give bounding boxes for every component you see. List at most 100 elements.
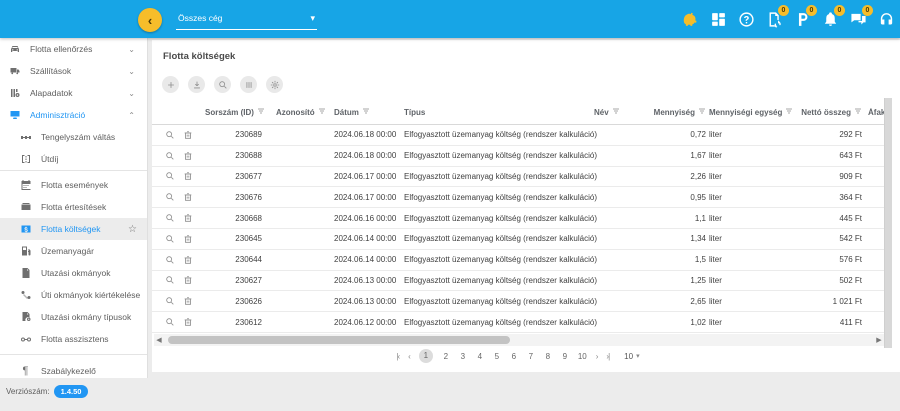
cell-tipus: Elfogyasztott üzemanyag költség (rendsze…: [404, 234, 594, 243]
row-view-icon[interactable]: [165, 151, 175, 161]
horizontal-scrollbar-thumb[interactable]: [168, 336, 510, 344]
row-delete-icon[interactable]: [183, 192, 193, 202]
row-view-icon[interactable]: [165, 213, 175, 223]
row-view-icon[interactable]: [165, 130, 175, 140]
sidebar-item-label: Flotta költségek: [41, 224, 101, 234]
sidebar-item-label: Flotta ellenőrzés: [30, 44, 92, 54]
sidebar-item-szabalykezelo[interactable]: ¶ Szabálykezelő: [0, 360, 147, 382]
cell-egyseg: liter: [706, 151, 796, 160]
row-delete-icon[interactable]: [183, 171, 193, 181]
row-delete-icon[interactable]: [183, 317, 193, 327]
row-delete-icon[interactable]: [183, 130, 193, 140]
row-view-icon[interactable]: [165, 275, 175, 285]
page-number[interactable]: 6: [510, 352, 518, 361]
page-number[interactable]: 4: [476, 352, 484, 361]
horizontal-scrollbar[interactable]: ◀ ▶: [154, 334, 884, 346]
column-header-netto-osszeg[interactable]: Nettó összeg: [801, 107, 862, 117]
page-number[interactable]: 5: [493, 352, 501, 361]
row-delete-icon[interactable]: [183, 275, 193, 285]
table-body: 230689 2024.06.18 00:00 Elfogyasztott üz…: [152, 125, 884, 333]
cell-datum: 2024.06.18 00:00: [332, 151, 404, 160]
help-icon[interactable]: [737, 10, 756, 29]
piggy-bank-icon[interactable]: [681, 10, 700, 29]
sidebar-item-label: Adminisztráció: [30, 110, 85, 120]
page-number[interactable]: 7: [527, 352, 535, 361]
row-view-icon[interactable]: [165, 255, 175, 265]
column-header-azonosito[interactable]: Azonosító: [276, 107, 326, 117]
cell-sorszam: 230612: [200, 318, 262, 327]
headset-icon[interactable]: [877, 10, 896, 29]
messages-icon[interactable]: 0: [849, 10, 868, 29]
cell-netto: 576 Ft: [796, 255, 862, 264]
per-page-select[interactable]: 10 ▾: [624, 352, 639, 361]
chevron-left-icon: ‹: [148, 13, 152, 28]
sidebar-item-adminisztracio[interactable]: Adminisztráció ⌃: [0, 104, 147, 126]
page-number[interactable]: 1: [419, 349, 433, 363]
columns-button[interactable]: [240, 76, 257, 93]
prev-page-icon[interactable]: ‹: [408, 352, 410, 361]
column-header-tipus[interactable]: Típus: [404, 108, 425, 117]
sidebar-item-utdij[interactable]: Útdíj: [0, 148, 147, 170]
sidebar-item-flotta-esemenyek[interactable]: Flotta események: [0, 174, 147, 196]
cell-sorszam: 230644: [200, 255, 262, 264]
column-header-sorszam[interactable]: Sorszám (ID): [205, 107, 265, 117]
sidebar-item-utazasi-okmanyok[interactable]: Utazási okmányok: [0, 262, 147, 284]
sidebar-item-flotta-asszisztens[interactable]: Flotta asszisztens: [0, 328, 147, 350]
settings-button[interactable]: [266, 76, 283, 93]
document-icon: [19, 267, 32, 280]
export-button[interactable]: [188, 76, 205, 93]
row-view-icon[interactable]: [165, 234, 175, 244]
last-page-icon[interactable]: ›|: [606, 352, 609, 361]
scroll-left-arrow-icon[interactable]: ◀: [154, 334, 164, 346]
parking-icon[interactable]: 0: [793, 10, 812, 29]
sidebar-item-uzemanyagar[interactable]: Üzemanyagár: [0, 240, 147, 262]
cell-netto: 542 Ft: [796, 234, 862, 243]
page-number[interactable]: 3: [459, 352, 467, 361]
vertical-scrollbar[interactable]: [884, 98, 892, 348]
back-button[interactable]: ‹: [138, 8, 162, 32]
sidebar-item-flotta-ellenorzes[interactable]: Flotta ellenőrzés ⌄: [0, 38, 147, 60]
sidebar-item-flotta-koltsegek[interactable]: Flotta költségek ☆: [0, 218, 147, 240]
sidebar-item-szallitasok[interactable]: Szállítások ⌄: [0, 60, 147, 82]
search-button[interactable]: [214, 76, 231, 93]
company-select[interactable]: Összes cég ▾: [176, 9, 317, 30]
column-header-mennyisegi-egyseg[interactable]: Mennyiségi egység: [709, 107, 793, 117]
page-number[interactable]: 10: [578, 352, 587, 361]
sidebar-item-uti-okmanyok-kiertekelese[interactable]: Úti okmányok kiértékelése: [0, 284, 147, 306]
cell-datum: 2024.06.14 00:00: [332, 234, 404, 243]
row-delete-icon[interactable]: [183, 213, 193, 223]
row-view-icon[interactable]: [165, 317, 175, 327]
row-view-icon[interactable]: [165, 171, 175, 181]
column-header-afakulcs[interactable]: Áfak: [868, 108, 884, 117]
document-sync-icon[interactable]: 0: [765, 10, 784, 29]
row-delete-icon[interactable]: [183, 234, 193, 244]
row-delete-icon[interactable]: [183, 255, 193, 265]
page-number[interactable]: 8: [544, 352, 552, 361]
sidebar-item-alapadatok[interactable]: Alapadatok ⌄: [0, 82, 147, 104]
sidebar-item-utazasi-okmany-tipusok[interactable]: Utazási okmány típusok: [0, 306, 147, 328]
notifications-icon[interactable]: 0: [821, 10, 840, 29]
sidebar-item-label: Tengelyszám váltás: [41, 132, 115, 142]
cell-mennyiseg: 0,72: [632, 130, 706, 139]
page-number[interactable]: 2: [442, 352, 450, 361]
add-button[interactable]: [162, 76, 179, 93]
cell-netto: 411 Ft: [796, 318, 862, 327]
scroll-right-arrow-icon[interactable]: ▶: [874, 334, 884, 346]
row-view-icon[interactable]: [165, 192, 175, 202]
star-icon[interactable]: ☆: [128, 224, 137, 235]
row-view-icon[interactable]: [165, 296, 175, 306]
cell-mennyiseg: 0,95: [632, 193, 706, 202]
column-header-datum[interactable]: Dátum: [334, 107, 370, 117]
sidebar-item-flotta-ertesitesek[interactable]: Flotta értesítések: [0, 196, 147, 218]
next-page-icon[interactable]: ›: [596, 352, 598, 361]
page-number[interactable]: 9: [561, 352, 569, 361]
sort-icon: [318, 107, 326, 117]
dashboard-icon[interactable]: [709, 10, 728, 29]
column-header-mennyiseg[interactable]: Mennyiség: [654, 107, 706, 117]
column-header-nev[interactable]: Név: [594, 107, 620, 117]
sidebar-item-label: Szabálykezelő: [41, 366, 96, 376]
row-delete-icon[interactable]: [183, 296, 193, 306]
row-delete-icon[interactable]: [183, 151, 193, 161]
sidebar-item-tengelyszam-valtas[interactable]: Tengelyszám váltás: [0, 126, 147, 148]
first-page-icon[interactable]: |‹: [396, 352, 399, 361]
